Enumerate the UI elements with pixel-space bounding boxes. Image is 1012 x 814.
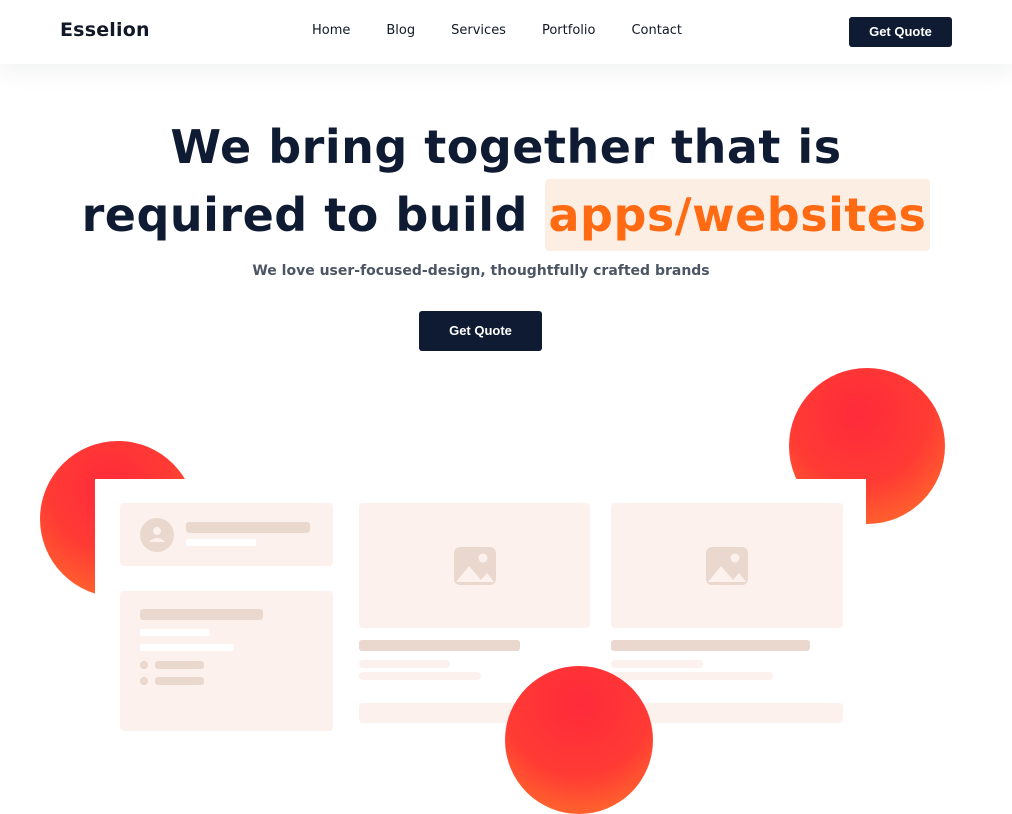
decorative-blob-bottom xyxy=(505,666,653,814)
nav-link-home[interactable]: Home xyxy=(312,23,350,38)
placeholder-bar xyxy=(611,640,810,651)
hero-subtitle: We love user-focused-design, thoughtfull… xyxy=(252,263,710,279)
main-menu: Home Blog Services Portfolio Contact xyxy=(312,23,682,38)
ui-mockup-illustration xyxy=(95,479,866,731)
hero-title-line-1: We bring together that is xyxy=(170,120,842,174)
nav-link-portfolio[interactable]: Portfolio xyxy=(542,23,595,38)
mockup-image-card-2 xyxy=(611,503,843,628)
placeholder-bar xyxy=(359,660,450,668)
placeholder-bar xyxy=(140,629,210,636)
placeholder-bar xyxy=(186,539,256,546)
placeholder-bar xyxy=(140,609,263,620)
nav-link-contact[interactable]: Contact xyxy=(631,23,682,38)
top-navbar: Esselion Home Blog Services Portfolio Co… xyxy=(0,0,1012,64)
placeholder-bar xyxy=(611,660,703,668)
brand-logo[interactable]: Esselion xyxy=(60,19,150,41)
placeholder-bar xyxy=(611,672,773,680)
placeholder-bar xyxy=(186,522,310,533)
nav-link-services[interactable]: Services xyxy=(451,23,506,38)
placeholder-bar xyxy=(359,672,481,680)
hero-title-prefix: required to build xyxy=(81,188,528,242)
get-quote-button-nav[interactable]: Get Quote xyxy=(849,17,952,47)
placeholder-bar xyxy=(140,644,234,651)
image-placeholder-icon xyxy=(706,547,748,585)
placeholder-bar xyxy=(155,677,204,685)
image-placeholder-icon xyxy=(454,547,496,585)
list-bullet xyxy=(140,661,148,669)
mockup-image-card-1 xyxy=(359,503,590,628)
get-quote-button-hero[interactable]: Get Quote xyxy=(419,311,542,351)
list-bullet xyxy=(140,677,148,685)
placeholder-bar xyxy=(155,661,204,669)
nav-link-blog[interactable]: Blog xyxy=(386,23,415,38)
hero-title-highlight: apps/websites xyxy=(544,179,931,251)
hero-title-line-2: required to build apps/websites xyxy=(0,179,1012,251)
user-avatar-icon xyxy=(140,518,174,552)
mockup-profile-card xyxy=(120,503,333,566)
mockup-list-card xyxy=(120,591,333,731)
placeholder-bar xyxy=(359,640,520,651)
